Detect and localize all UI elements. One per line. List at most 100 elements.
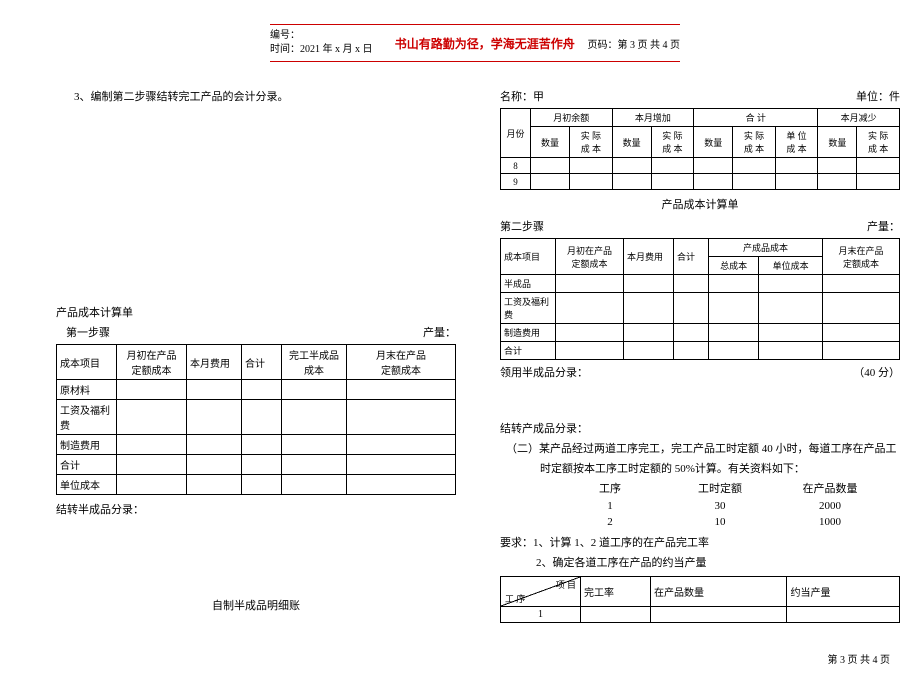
th-unit-cost: 单 位 成 本 <box>775 127 818 158</box>
table-row: 成本项目 月初在产品 定额成本 本月费用 合计 产成品成本 月末在产品 定额成本 <box>501 239 900 257</box>
receive-entry-label: 领用半成品分录： <box>500 364 588 380</box>
table-row: 工资及福利费 <box>501 293 900 324</box>
th-cost: 实 际 成 本 <box>733 127 776 158</box>
cell: 1 <box>501 607 581 623</box>
table-row: 8 <box>501 158 900 174</box>
th: 总成本 <box>709 257 759 275</box>
step1-qty: 产量： <box>423 324 456 340</box>
table-row: 月份 月初余额 本月增加 合 计 本月减少 <box>501 109 900 127</box>
header-left: 编号： 时间：2021 年 x 月 x 日 <box>270 29 382 57</box>
th: 合计 <box>242 345 282 380</box>
th-month: 月份 <box>501 109 531 158</box>
header-id: 编号： <box>270 29 382 43</box>
th-cost: 实 际 成 本 <box>857 127 900 158</box>
problem-2-line1: （二）某产品经过两道工序完工，完工产品工时定额 40 小时，每道工序在产品工 <box>506 440 900 456</box>
th: 月初在产品 定额成本 <box>556 239 624 275</box>
table-row: 合计 <box>57 455 456 475</box>
name-unit-line: 名称：甲 单位：件 <box>500 88 900 104</box>
cell: 1000 <box>780 516 880 528</box>
unit-label: 单位：件 <box>856 88 900 104</box>
step1-label: 第一步骤 <box>66 324 110 340</box>
data-row: 1 30 2000 <box>560 500 900 512</box>
table-row: 9 <box>501 174 900 190</box>
th: 月初在产品 定额成本 <box>117 345 187 380</box>
th-qty: 数量 <box>818 127 857 158</box>
cell: 2 <box>560 516 660 528</box>
th-increase: 本月增加 <box>612 109 694 127</box>
self-made-ledger-title: 自制半成品明细账 <box>56 597 456 613</box>
points-label: （40 分） <box>853 364 900 380</box>
step2-line: 第二步骤 产量： <box>500 218 900 234</box>
table-row: 工资及福利费 <box>57 400 456 435</box>
cost-sheet-title-right: 产品成本计算单 <box>500 196 900 212</box>
th-cost: 实 际 成 本 <box>651 127 694 158</box>
requirements-line: 要求：1、计算 1、2 道工序的在产品完工率 <box>500 534 900 550</box>
cell: 半成品 <box>501 275 556 293</box>
th: 本月费用 <box>624 239 674 275</box>
table-row: 半成品 <box>501 275 900 293</box>
table-row: 合计 <box>501 342 900 360</box>
th-decrease: 本月减少 <box>818 109 900 127</box>
col-b: 工时定额 <box>660 480 780 496</box>
diag-bot-label: 工 序 <box>505 592 525 605</box>
cell: 合计 <box>57 455 117 475</box>
question-3: 3、编制第二步骤结转完工产品的会计分录。 <box>74 88 456 104</box>
th: 约当产量 <box>787 577 900 607</box>
th-cost: 实 际 成 本 <box>570 127 613 158</box>
col-a: 工序 <box>560 480 660 496</box>
table-row: 单位成本 <box>57 475 456 495</box>
th: 月末在产品 定额成本 <box>347 345 456 380</box>
cell: 工资及福利费 <box>57 400 117 435</box>
th-total: 合 计 <box>694 109 818 127</box>
step2-label: 第二步骤 <box>500 218 544 234</box>
req-label: 要求： <box>500 537 533 549</box>
transfer-fg-entry: 结转产成品分录： <box>500 420 900 436</box>
th-begin: 月初余额 <box>531 109 613 127</box>
req-2: 2、确定各道工序在产品的约当产量 <box>536 554 900 570</box>
th: 月末在产品 定额成本 <box>823 239 900 275</box>
table-step1: 成本项目 月初在产品 定额成本 本月费用 合计 完工半成品 成本 月末在产品 定… <box>56 344 456 495</box>
header-date: 时间：2021 年 x 月 x 日 <box>270 43 382 57</box>
table-row: 数量 实 际 成 本 数量 实 际 成 本 数量 实 际 成 本 单 位 成 本… <box>501 127 900 158</box>
table-equiv: 项 目 工 序 完工率 在产品数量 约当产量 1 <box>500 576 900 623</box>
page-header: 编号： 时间：2021 年 x 月 x 日 书山有路勤为径，学海无涯苦作舟 页码… <box>270 24 680 62</box>
cell: 2000 <box>780 500 880 512</box>
th: 本月费用 <box>187 345 242 380</box>
th-qty: 数量 <box>531 127 570 158</box>
diag-header: 项 目 工 序 <box>501 577 581 607</box>
product-name: 名称：甲 <box>500 88 544 104</box>
diag-top-label: 项 目 <box>556 578 576 591</box>
step2-qty: 产量： <box>867 218 900 234</box>
cell: 10 <box>660 516 780 528</box>
th-cost-item: 成本项目 <box>57 345 117 380</box>
cell: 1 <box>560 500 660 512</box>
cell: 8 <box>501 158 531 174</box>
receive-entry-line: 领用半成品分录： （40 分） <box>500 364 900 380</box>
th: 单位成本 <box>759 257 823 275</box>
table-row: 成本项目 月初在产品 定额成本 本月费用 合计 完工半成品 成本 月末在产品 定… <box>57 345 456 380</box>
table-ledger: 月份 月初余额 本月增加 合 计 本月减少 数量 实 际 成 本 数量 实 际 … <box>500 108 900 190</box>
cell: 制造费用 <box>501 324 556 342</box>
header-page: 页码：第 3 页 共 4 页 <box>588 36 681 51</box>
table-step2: 成本项目 月初在产品 定额成本 本月费用 合计 产成品成本 月末在产品 定额成本… <box>500 238 900 360</box>
cell: 合计 <box>501 342 556 360</box>
th: 完工率 <box>581 577 651 607</box>
th-qty: 数量 <box>612 127 651 158</box>
cell: 工资及福利费 <box>501 293 556 324</box>
footer-page: 第 3 页 共 4 页 <box>828 651 891 666</box>
table-row: 制造费用 <box>57 435 456 455</box>
cell: 制造费用 <box>57 435 117 455</box>
data-row: 2 10 1000 <box>560 516 900 528</box>
th: 成本项目 <box>501 239 556 275</box>
table-row: 项 目 工 序 完工率 在产品数量 约当产量 <box>501 577 900 607</box>
cell: 9 <box>501 174 531 190</box>
col-c: 在产品数量 <box>780 480 880 496</box>
th-qty: 数量 <box>694 127 733 158</box>
cell: 单位成本 <box>57 475 117 495</box>
table-row: 原材料 <box>57 380 456 400</box>
problem-2-line2: 时定额按本工序工时定额的 50%计算。有关资料如下： <box>540 460 900 476</box>
cell: 30 <box>660 500 780 512</box>
header-motto: 书山有路勤为径，学海无涯苦作舟 <box>382 35 588 52</box>
req-1: 1、计算 1、2 道工序的在产品完工率 <box>533 537 709 549</box>
table-row: 制造费用 <box>501 324 900 342</box>
